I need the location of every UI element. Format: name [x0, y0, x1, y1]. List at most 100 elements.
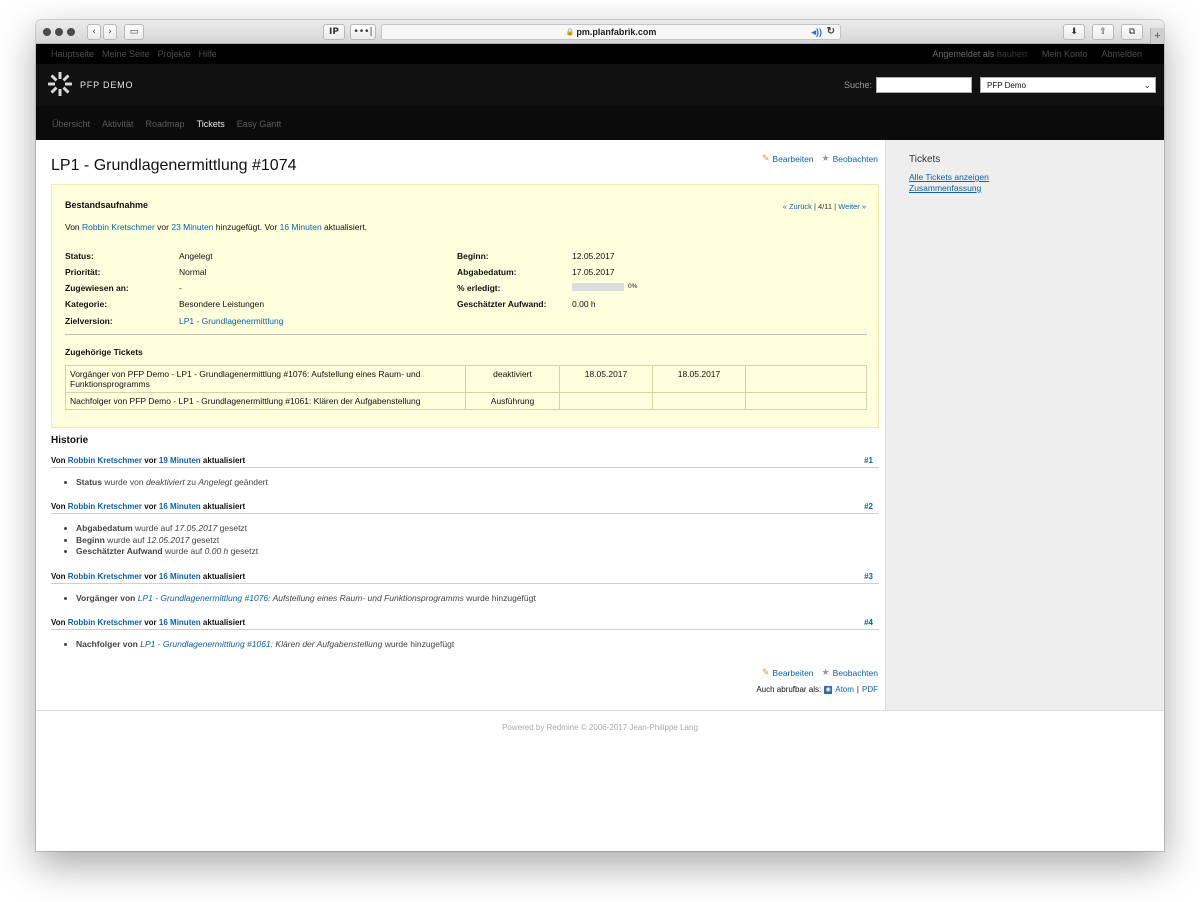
relation-extra	[745, 392, 867, 410]
top-menu-help[interactable]: Hilfe	[199, 49, 217, 59]
chevron-right-icon: ›	[108, 27, 112, 37]
edit-button-bottom[interactable]: ✎ Bearbeiten	[762, 667, 814, 678]
download-button[interactable]: ⬇	[1063, 24, 1085, 40]
journal-number-link[interactable]: #3	[864, 572, 873, 581]
journal-von: Von	[51, 502, 66, 511]
journal-ago-link[interactable]: 16 Minuten	[159, 618, 201, 627]
target-version-link[interactable]: LP1 - Grundlagenermittlung	[179, 316, 283, 326]
journal-number-link[interactable]: #1	[864, 456, 873, 465]
logout-link[interactable]: Abmelden	[1101, 49, 1142, 59]
top-menu-my-page[interactable]: Meine Seite	[102, 49, 150, 59]
tab-overview[interactable]: Übersicht	[52, 119, 90, 129]
journal-user-link[interactable]: Robbin Kretschmer	[68, 456, 142, 465]
ip-button[interactable]: IP	[323, 24, 345, 40]
relation-text[interactable]: Nachfolger von PFP Demo - LP1 - Grundlag…	[65, 392, 466, 410]
more-button[interactable]: •••|	[350, 24, 376, 40]
header: PFP DEMO Suche: PFP Demo ⌄	[36, 64, 1164, 106]
search-input[interactable]	[876, 77, 972, 93]
atom-link[interactable]: Atom	[835, 685, 854, 694]
journal-ago-link[interactable]: 16 Minuten	[159, 502, 201, 511]
watch-button-bottom[interactable]: ★ Beobachten	[822, 667, 878, 678]
tab-activity[interactable]: Aktivität	[102, 119, 134, 129]
journal-ago-link[interactable]: 19 Minuten	[159, 456, 201, 465]
tab-easy-gantt[interactable]: Easy Gantt	[237, 119, 282, 129]
forward-button[interactable]: ›	[103, 24, 117, 40]
feed-icon: ◉	[824, 685, 833, 694]
journal-action: aktualisiert	[202, 502, 246, 511]
new-tab-button[interactable]: +	[1150, 28, 1164, 44]
sidebar-toggle-button[interactable]: ▭	[124, 24, 144, 40]
url-bar[interactable]: 🔒 pm.planfabrik.com ◂)) ↻	[381, 24, 841, 40]
journal-action: aktualisiert	[202, 572, 246, 581]
url-text: pm.planfabrik.com	[576, 27, 657, 37]
list-item: Abgabedatum wurde auf 17.05.2017 gesetzt	[76, 523, 258, 535]
reload-icon[interactable]: ↻	[827, 26, 835, 37]
list-item: Beginn wurde auf 12.05.2017 gesetzt	[76, 535, 258, 547]
detail-issue-link[interactable]: LP1 - Grundlagenermittlung #1076	[138, 593, 268, 603]
tabs-icon: ⧉	[1128, 27, 1136, 37]
detail-field: Abgabedatum	[76, 523, 133, 533]
detail-issue-link[interactable]: LP1 - Grundlagenermittlung #1061	[140, 639, 270, 649]
top-menu-projects[interactable]: Projekte	[158, 49, 191, 59]
issue-divider	[65, 334, 867, 335]
pencil-icon: ✎	[761, 667, 770, 677]
detail-text: gesetzt	[217, 523, 248, 533]
detail-text: geändert	[231, 477, 268, 487]
sidebar: Tickets Alle Tickets anzeigen Zusammenfa…	[885, 140, 1164, 710]
detail-value: 0.00 h	[204, 546, 229, 556]
journal-number-link[interactable]: #2	[864, 502, 873, 511]
category-value: Besondere Leistungen	[179, 299, 265, 309]
share-button[interactable]: ⇧	[1092, 24, 1114, 40]
minimize-window-button[interactable]	[55, 28, 63, 36]
window-controls	[43, 28, 75, 36]
watch-button[interactable]: ★ Beobachten	[822, 153, 878, 164]
main-area: ✎ Bearbeiten ★ Beobachten LP1 - Grundlagen…	[36, 140, 1164, 710]
next-issue-link[interactable]: Weiter »	[838, 202, 866, 211]
target-version-label: Zielversion:	[65, 316, 113, 326]
updated-ago-link[interactable]: 16 Minuten	[280, 222, 322, 232]
sidebar-link-summary[interactable]: Zusammenfassung	[909, 183, 981, 193]
author-link[interactable]: Robbin Kretschmer	[82, 222, 155, 232]
issue-position: 4/11	[818, 202, 833, 211]
journal-user-link[interactable]: Robbin Kretschmer	[68, 618, 142, 627]
tabs-button[interactable]: ⧉	[1121, 24, 1143, 40]
relation-due-date: 18.05.2017	[652, 365, 746, 393]
my-account-link[interactable]: Mein Konto	[1042, 49, 1088, 59]
relation-start-date	[559, 392, 653, 410]
relation-start-date: 18.05.2017	[559, 365, 653, 393]
journal-user-link[interactable]: Robbin Kretschmer	[68, 502, 142, 511]
priority-value: Normal	[179, 267, 207, 277]
tab-roadmap[interactable]: Roadmap	[146, 119, 185, 129]
journal-ago-link[interactable]: 16 Minuten	[159, 572, 201, 581]
project-jump-select[interactable]: PFP Demo ⌄	[980, 77, 1156, 93]
start-date-label: Beginn:	[457, 251, 489, 261]
journal-number-link[interactable]: #4	[864, 618, 873, 627]
format-separator: |	[856, 685, 859, 694]
journal-vor: vor	[144, 502, 157, 511]
back-button[interactable]: ‹	[87, 24, 101, 40]
issue-subject: Bestandsaufnahme	[65, 200, 149, 210]
edit-button[interactable]: ✎ Bearbeiten	[762, 153, 814, 164]
added-ago-link[interactable]: 23 Minuten	[171, 222, 213, 232]
detail-text: zu	[184, 477, 199, 487]
top-menu-home[interactable]: Hauptseite	[51, 49, 94, 59]
zoom-window-button[interactable]	[67, 28, 75, 36]
author-von: Von	[65, 222, 80, 232]
speaker-icon[interactable]: ◂))	[811, 27, 822, 38]
sidebar-link-all-tickets[interactable]: Alle Tickets anzeigen	[909, 172, 989, 182]
sidebar-icon: ▭	[129, 27, 139, 37]
logged-in-user-link[interactable]: bauherr	[997, 49, 1028, 59]
previous-issue-link[interactable]: « Zurück	[783, 202, 812, 211]
close-window-button[interactable]	[43, 28, 51, 36]
pdf-link[interactable]: PDF	[862, 685, 878, 694]
relation-text[interactable]: Vorgänger von PFP Demo - LP1 - Grundlage…	[65, 365, 466, 393]
detail-issue-subject: : Aufstellung eines Raum- und Funktionsp…	[268, 593, 464, 603]
search-label: Suche:	[843, 80, 872, 90]
star-icon: ★	[821, 153, 830, 163]
project-title: PFP DEMO	[80, 80, 134, 90]
browser-window: ‹ › ▭ IP •••| 🔒 pm.planfabrik.com ◂)) ↻ …	[36, 20, 1164, 851]
done-ratio-progress-bar	[572, 283, 624, 291]
tab-tickets[interactable]: Tickets	[197, 119, 225, 129]
journal-user-link[interactable]: Robbin Kretschmer	[68, 572, 142, 581]
journal-von: Von	[51, 618, 66, 627]
